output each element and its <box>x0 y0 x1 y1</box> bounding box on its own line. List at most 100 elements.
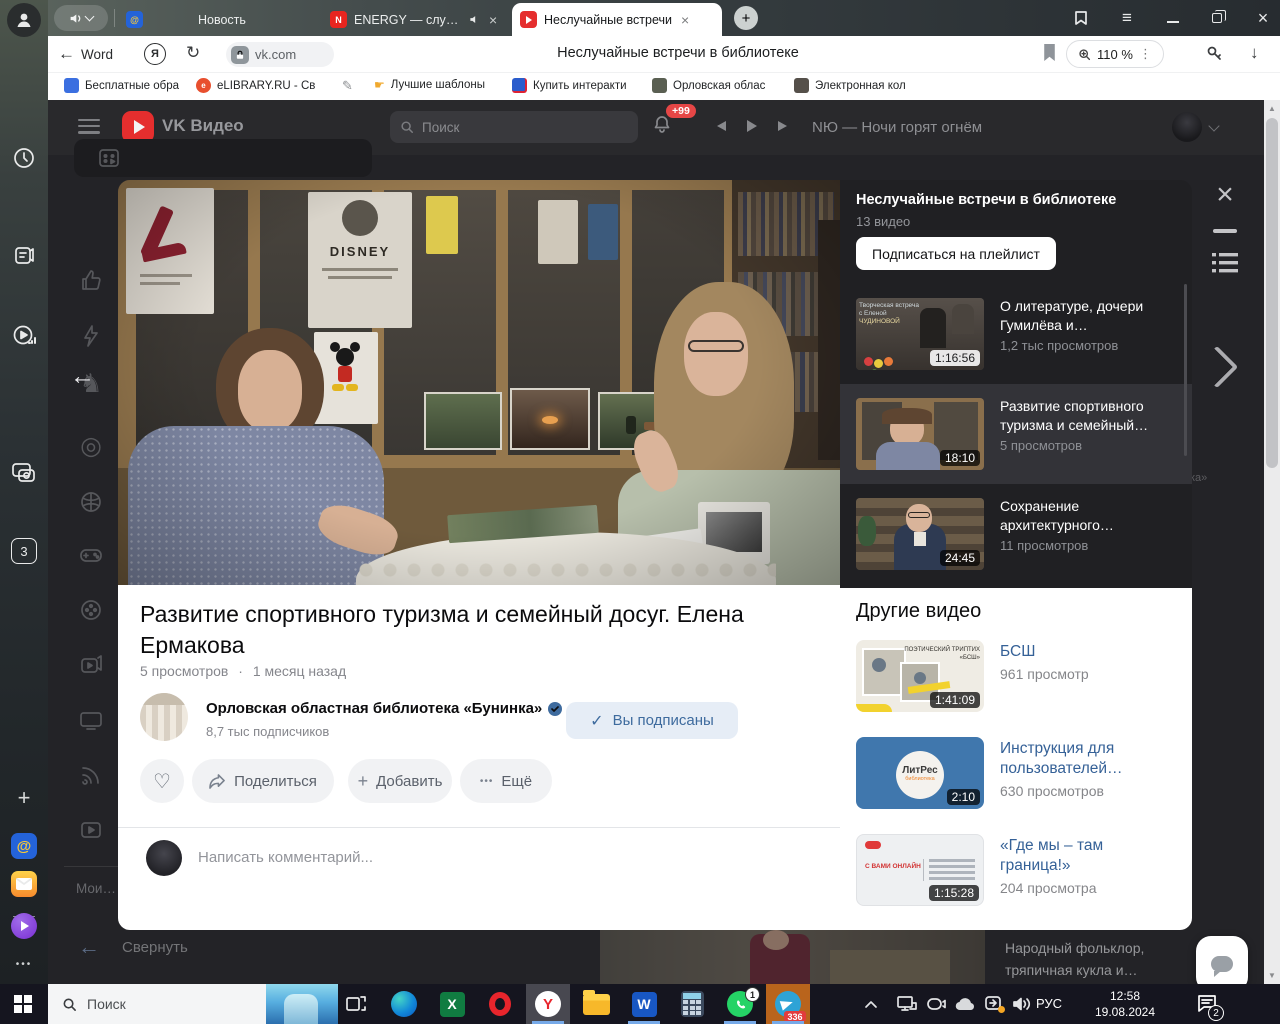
taskbar-edge-icon[interactable] <box>382 984 426 1024</box>
downloads-icon[interactable]: ↓ <box>1250 43 1259 63</box>
close-tab-icon[interactable]: × <box>681 12 689 28</box>
other-video-item[interactable]: ЛитРес библиотека 2:10 Инструкция для по… <box>840 731 1192 821</box>
playlist-item[interactable]: 24:45 Сохранение архитектурного… 11 прос… <box>840 484 1192 584</box>
sidebar-trends-icon[interactable] <box>77 322 105 350</box>
playlist-scrollbar[interactable] <box>1184 284 1187 456</box>
bookmark-item[interactable]: e eLIBRARY.RU - Св <box>196 78 315 93</box>
bookmark-item[interactable]: ☛ Лучшие шаблоны <box>374 78 485 92</box>
sidebar-games-icon[interactable] <box>77 541 105 569</box>
modal-minimize-button[interactable] <box>1212 226 1238 236</box>
bookmark-item[interactable]: Бесплатные обра <box>64 78 179 93</box>
share-button[interactable]: Поделиться <box>192 759 334 803</box>
sidebar-collapse-button[interactable]: ← Свернуть <box>78 936 188 958</box>
like-button[interactable]: ♡ <box>140 759 184 803</box>
tab-energy[interactable]: N ENERGY — слушать × <box>322 3 510 36</box>
playlist-subscribe-button[interactable]: Подписаться на плейлист <box>856 237 1056 270</box>
now-playing-title[interactable]: NЮ — Ночи горят огнём <box>812 119 982 136</box>
more-button[interactable]: ••• Ещё <box>460 759 552 803</box>
action-center-icon[interactable]: 2 <box>1196 993 1220 1015</box>
close-tab-icon[interactable]: × <box>489 12 497 28</box>
sidebar-item-video-selected[interactable] <box>74 139 372 177</box>
zoom-control[interactable]: 110 % ⋮ <box>1066 40 1164 68</box>
tray-language[interactable]: РУС <box>1036 996 1062 1011</box>
window-minimize-button[interactable] <box>1162 8 1184 28</box>
tray-screen-record-icon[interactable] <box>926 984 946 1024</box>
sidebar-my-videos-icon[interactable] <box>77 816 105 844</box>
vk-search[interactable] <box>390 111 638 143</box>
page-scrollbar[interactable]: ▲ ▼ <box>1264 100 1280 984</box>
zoom-menu-icon[interactable]: ⋮ <box>1139 46 1152 62</box>
sidebar-tv-icon[interactable] <box>77 706 105 734</box>
taskbar-opera-icon[interactable] <box>478 984 522 1024</box>
bookmark-item[interactable]: Орловская облас <box>652 78 765 93</box>
taskbar-explorer-icon[interactable] <box>574 984 618 1024</box>
other-video-item[interactable]: С ВАМИ ОНЛАЙН 1:15:28 «Где мы – там гран… <box>840 828 1192 918</box>
taskbar-whatsapp-icon[interactable]: 1 <box>718 984 762 1024</box>
tray-onedrive-icon[interactable] <box>954 984 976 1024</box>
sidebar-streams-icon[interactable] <box>77 761 105 789</box>
bookmark-item[interactable]: Электронная кол <box>794 78 906 93</box>
taskbar-yandex-browser-icon[interactable]: Y <box>526 984 570 1024</box>
address-bar[interactable]: vk.com <box>226 42 334 67</box>
window-restore-button[interactable] <box>1206 8 1228 28</box>
profile-avatar[interactable] <box>1172 112 1202 142</box>
start-button[interactable] <box>14 995 32 1013</box>
next-track-icon[interactable] <box>776 119 792 138</box>
tab-active-vk[interactable]: Неслучайные встречи × <box>512 3 722 36</box>
mailru-icon[interactable]: @ <box>6 828 42 864</box>
panel-add-icon[interactable]: + <box>6 780 42 816</box>
media-player-icon[interactable] <box>6 318 42 354</box>
taskbar-excel-icon[interactable]: X <box>430 984 474 1024</box>
notes-icon[interactable] <box>6 237 42 273</box>
scrollbar-thumb[interactable] <box>1266 118 1278 468</box>
playlist-item[interactable]: Творческая встреча с Еленой ЧУДИНОВОЙ 1:… <box>840 284 1192 384</box>
tray-network-icon[interactable] <box>896 984 918 1024</box>
modal-close-button[interactable]: × <box>1208 178 1242 212</box>
sidebar-clips-icon[interactable] <box>77 651 105 679</box>
modal-queue-button[interactable] <box>1210 250 1240 276</box>
taskbar-search-input[interactable] <box>87 996 247 1012</box>
play-track-icon[interactable] <box>744 119 758 138</box>
video-player[interactable]: DISNEY <box>118 180 840 585</box>
channel-name[interactable]: Орловская областная библиотека «Бунинка» <box>206 700 562 717</box>
profile-icon[interactable] <box>6 2 42 38</box>
taskbar-telegram-icon[interactable]: 336 <box>766 984 810 1024</box>
new-tab-button[interactable]: + <box>734 6 758 30</box>
comment-input[interactable]: Написать комментарий... <box>198 849 373 866</box>
taskbar-calculator-icon[interactable] <box>670 984 714 1024</box>
tab-groups-button[interactable]: 3 <box>6 533 42 569</box>
bookmarks-panel-icon[interactable] <box>1070 8 1092 28</box>
menu-burger-icon[interactable] <box>78 119 100 134</box>
bookmark-flag-icon[interactable] <box>1042 43 1057 62</box>
alice-icon[interactable] <box>6 908 42 944</box>
scroll-down-icon[interactable]: ▼ <box>1264 971 1280 980</box>
channel-avatar[interactable] <box>140 693 188 741</box>
other-video-item[interactable]: ПОЭТИЧЕСКИЙ ТРИПТИХ «БСШ» 1:41:09 БСШ 96… <box>840 634 1192 724</box>
playlist-item-current[interactable]: 18:10 Развитие спортивного туризма и сем… <box>840 384 1192 484</box>
yandex-search-button[interactable]: Я <box>144 43 166 65</box>
tab-news[interactable]: @ Новость <box>118 3 318 36</box>
subscribed-button[interactable]: ✓ Вы подписаны <box>566 702 738 739</box>
history-icon[interactable] <box>6 140 42 176</box>
task-view-icon[interactable] <box>346 994 368 1014</box>
add-button[interactable]: + Добавить <box>348 759 452 803</box>
search-highlight-image[interactable] <box>266 984 338 1024</box>
prev-track-icon[interactable] <box>712 119 728 138</box>
screenshot-icon[interactable] <box>6 455 42 491</box>
yandex-mail-icon[interactable] <box>6 866 42 902</box>
sidebar-target-icon[interactable]: ◎ <box>77 432 105 460</box>
sidebar-movies-icon[interactable] <box>77 596 105 624</box>
scroll-up-icon[interactable]: ▲ <box>1264 104 1280 113</box>
window-close-button[interactable]: × <box>1252 8 1274 28</box>
refresh-icon[interactable]: ↻ <box>186 43 200 63</box>
tray-volume-icon[interactable] <box>1012 984 1032 1024</box>
vk-search-input[interactable] <box>422 120 602 135</box>
tray-clock[interactable]: 12:58 19.08.2024 <box>1086 988 1164 1020</box>
bookmark-item[interactable]: Купить интеракти <box>512 78 627 93</box>
sidebar-likes-icon[interactable] <box>77 266 105 294</box>
browser-menu-icon[interactable]: ≡ <box>1116 8 1138 28</box>
tab-sound-button[interactable] <box>54 5 108 31</box>
taskbar-word-icon[interactable]: W <box>622 984 666 1024</box>
tray-expand-icon[interactable] <box>864 984 878 1024</box>
panel-more-icon[interactable]: ••• <box>6 946 42 982</box>
